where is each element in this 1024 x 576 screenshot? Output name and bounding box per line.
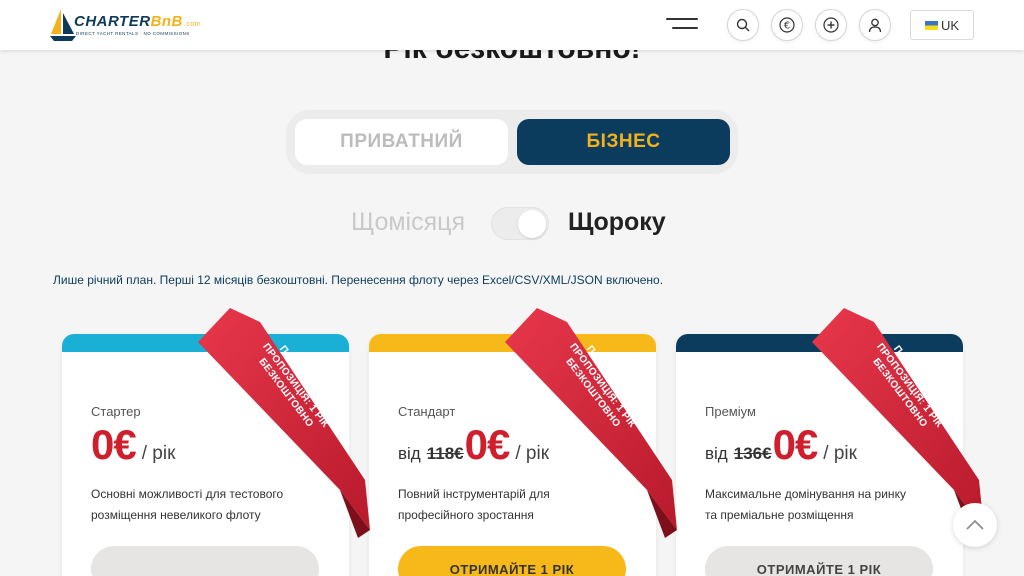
- price-old: 136€: [733, 444, 772, 463]
- plan-name: Стандарт: [398, 404, 456, 419]
- price-from: від: [398, 444, 421, 463]
- logo-tagline: DIRECT YACHT RENTALS · NO COMMISSIONS: [76, 31, 190, 36]
- price-from: від: [705, 444, 728, 463]
- user-icon: [868, 18, 882, 32]
- plan-description: Повний інструментарій для професійного з…: [398, 487, 550, 522]
- price-row: від 118€ 0€ / рік: [398, 421, 549, 469]
- language-selector[interactable]: UK: [910, 10, 974, 40]
- starter-cta-button[interactable]: [91, 546, 319, 576]
- search-button[interactable]: [727, 9, 759, 41]
- menu-icon[interactable]: [666, 16, 700, 32]
- chevron-up-icon: [966, 519, 984, 530]
- plus-circle-icon: [823, 17, 839, 33]
- billing-period-toggle[interactable]: [491, 207, 549, 240]
- logo-domain: .com: [183, 21, 202, 28]
- sailboat-logo-icon: [50, 9, 76, 41]
- standard-cta-button[interactable]: ОТРИМАЙТЕ 1 РІК: [398, 546, 626, 576]
- euro-icon: €: [779, 17, 795, 33]
- card-stripe: [62, 334, 349, 352]
- billing-yearly-label[interactable]: Щороку: [568, 208, 666, 237]
- plan-card-premium: Преміум від 136€ 0€ / рік Максимальне до…: [676, 334, 963, 576]
- ua-flag-icon: [924, 20, 938, 30]
- billing-monthly-label[interactable]: Щомісяця: [351, 208, 465, 237]
- add-listing-button[interactable]: [815, 9, 847, 41]
- svg-text:€: €: [784, 21, 790, 32]
- price-row: 0€ / рік: [91, 421, 175, 469]
- price-current: 0€: [464, 421, 511, 468]
- currency-button[interactable]: €: [771, 9, 803, 41]
- price-old: 118€: [426, 444, 464, 463]
- price-current: 0€: [91, 421, 137, 468]
- plan-card-standard: Стандарт від 118€ 0€ / рік Повний інстру…: [369, 334, 656, 576]
- card-stripe: [369, 334, 656, 352]
- card-stripe: [676, 334, 963, 352]
- logo-brand-main: CHARTER: [74, 13, 151, 30]
- logo-wordmark: CHARTERBnB.com: [74, 13, 201, 30]
- premium-cta-button[interactable]: ОТРИМАЙТЕ 1 РІК: [705, 546, 933, 576]
- plan-description: Максимальне домінування на ринку та прем…: [705, 487, 906, 522]
- plan-description: Основні можливості для тестового розміще…: [91, 487, 284, 522]
- account-button[interactable]: [859, 9, 891, 41]
- plan-card-starter: Стартер 0€ / рік Основні можливості для …: [62, 334, 349, 576]
- price-current: 0€: [772, 421, 819, 468]
- tab-private[interactable]: ПРИВАТНИЙ: [295, 119, 508, 165]
- search-icon: [736, 18, 750, 32]
- site-header: CHARTERBnB.com DIRECT YACHT RENTALS · NO…: [0, 0, 1024, 50]
- price-row: від 136€ 0€ / рік: [705, 421, 857, 469]
- tab-business[interactable]: БІЗНЕС: [517, 119, 730, 165]
- price-period: / рік: [141, 443, 176, 464]
- price-period: / рік: [515, 443, 550, 464]
- plan-name: Преміум: [705, 404, 756, 419]
- plan-name: Стартер: [91, 404, 141, 419]
- plan-note: Лише річний план. Перші 12 місяців безко…: [53, 273, 664, 287]
- language-code: UK: [940, 17, 960, 33]
- audience-switch: ПРИВАТНИЙ БІЗНЕС: [286, 110, 738, 174]
- price-period: / рік: [823, 443, 857, 464]
- logo[interactable]: CHARTERBnB.com DIRECT YACHT RENTALS · NO…: [50, 7, 210, 43]
- scroll-to-top-button[interactable]: [953, 503, 997, 547]
- logo-brand-accent: BnB: [150, 13, 183, 30]
